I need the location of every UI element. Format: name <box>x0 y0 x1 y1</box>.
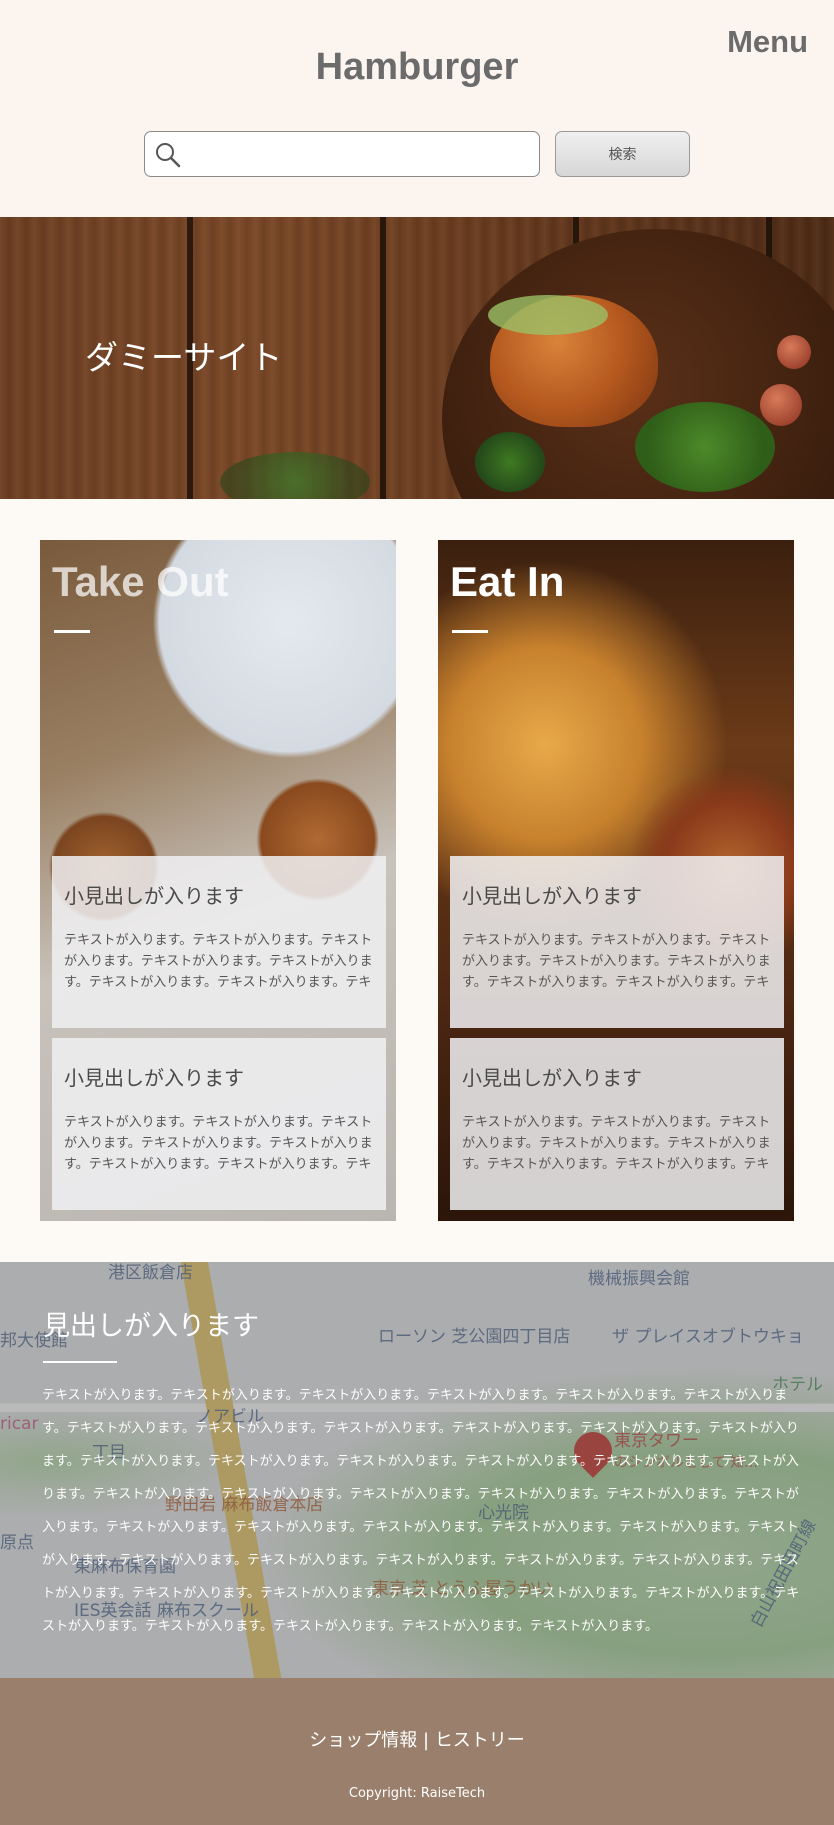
search-button[interactable]: 検索 <box>555 131 690 177</box>
info-box: 小見出しが入ります テキストが入ります。テキストが入ります。テキストが入ります。… <box>450 1038 784 1210</box>
onion-image <box>777 335 811 369</box>
eatin-card: Eat In 小見出しが入ります テキストが入ります。テキストが入ります。テキス… <box>438 540 794 1221</box>
salad-image <box>635 402 775 492</box>
sub-text: テキストが入ります。テキストが入ります。テキストが入ります。テキストが入ります。… <box>64 1115 373 1172</box>
footer-nav: ショップ情報 | ヒストリー <box>0 1726 834 1752</box>
site-logo[interactable]: Hamburger <box>0 46 834 89</box>
sub-heading: 小見出しが入ります <box>64 1066 244 1090</box>
sub-heading: 小見出しが入ります <box>462 1066 642 1090</box>
card-title: Eat In <box>450 558 565 605</box>
sub-heading: 小見出しが入ります <box>462 884 642 908</box>
takeout-card: Take Out 小見出しが入ります テキストが入ります。テキストが入ります。テ… <box>40 540 396 1221</box>
title-underline <box>452 630 488 633</box>
title-underline <box>54 630 90 633</box>
site-header: Hamburger Menu 検索 <box>0 0 834 217</box>
menu-button[interactable]: Menu <box>727 24 808 60</box>
shop-info-link[interactable]: ショップ情報 <box>309 1730 417 1751</box>
section-heading: 見出しが入ります <box>43 1311 259 1342</box>
map-section: 港区飯倉店 機械振興会館 ローソン 芝公園四丁目店 ザ プレイスオブトウキョ 東… <box>0 1262 834 1678</box>
info-box: 小見出しが入ります テキストが入ります。テキストが入ります。テキストが入ります。… <box>450 856 784 1028</box>
copyright: Copyright: RaiseTech <box>348 1786 486 1801</box>
info-box: 小見出しが入ります テキストが入ります。テキストが入ります。テキストが入ります。… <box>52 856 386 1028</box>
footer-separator: | <box>417 1730 435 1751</box>
info-box: 小見出しが入ります テキストが入ります。テキストが入ります。テキストが入ります。… <box>52 1038 386 1210</box>
sub-text: テキストが入ります。テキストが入ります。テキストが入ります。テキストが入ります。… <box>462 1115 771 1172</box>
search-box <box>144 131 540 177</box>
search-input[interactable] <box>191 138 531 170</box>
sub-text: テキストが入ります。テキストが入ります。テキストが入ります。テキストが入ります。… <box>64 933 373 990</box>
sub-heading: 小見出しが入ります <box>64 884 244 908</box>
onion-image <box>760 384 802 426</box>
heading-underline <box>43 1361 117 1363</box>
sub-text: テキストが入ります。テキストが入ります。テキストが入ります。テキストが入ります。… <box>462 933 771 990</box>
history-link[interactable]: ヒストリー <box>435 1730 525 1751</box>
hero-banner: ダミーサイト <box>0 217 834 499</box>
hero-title: ダミーサイト <box>85 338 283 377</box>
search-icon <box>156 143 181 168</box>
card-title: Take Out <box>52 558 229 605</box>
section-text: テキストが入ります。テキストが入ります。テキストが入ります。テキストが入ります。… <box>42 1388 800 1634</box>
lettuce-image <box>488 295 608 335</box>
site-footer: ショップ情報 | ヒストリー Copyright: RaiseTech <box>0 1678 834 1825</box>
herbs-image <box>220 452 370 499</box>
greens-image <box>475 432 545 492</box>
